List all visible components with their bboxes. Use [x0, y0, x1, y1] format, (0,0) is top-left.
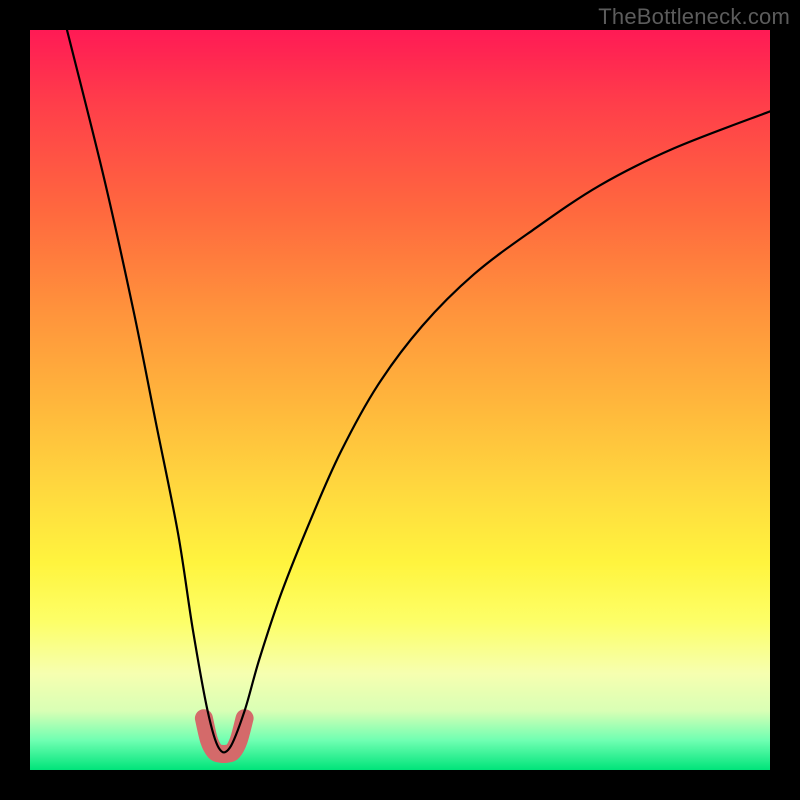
bottleneck-curve: [67, 30, 770, 752]
watermark-text: TheBottleneck.com: [598, 4, 790, 30]
curve-svg: [30, 30, 770, 770]
chart-frame: TheBottleneck.com: [0, 0, 800, 800]
plot-area: [30, 30, 770, 770]
